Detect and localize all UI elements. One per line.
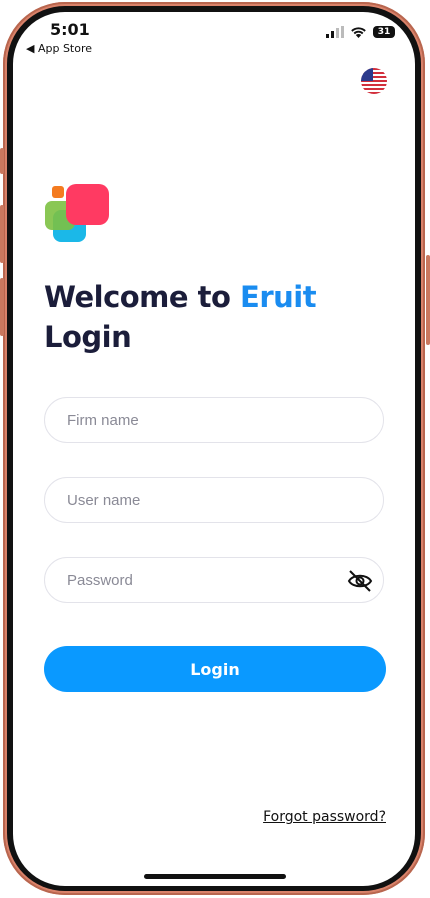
page-subtitle: Login — [44, 320, 132, 354]
firm-name-input[interactable] — [65, 410, 329, 430]
wifi-icon — [351, 27, 366, 38]
login-button[interactable]: Login — [44, 646, 386, 692]
back-to-app-store-link[interactable]: ◀ App Store — [26, 42, 92, 55]
us-flag-icon[interactable] — [361, 68, 387, 94]
status-time: 5:01 — [50, 20, 90, 39]
volume-down-button — [0, 278, 4, 336]
eye-slash-icon[interactable] — [347, 568, 373, 594]
app-logo — [45, 184, 111, 246]
home-indicator[interactable] — [144, 874, 286, 879]
welcome-prefix: Welcome to — [44, 280, 241, 314]
app-screen: 5:01 ◀ App Store 31 Welcome to Eruit Log… — [13, 12, 415, 886]
welcome-heading: Welcome to Eruit — [44, 280, 317, 314]
user-name-input[interactable] — [65, 490, 329, 510]
user-name-field-container — [44, 477, 384, 523]
mute-switch — [0, 148, 4, 174]
forgot-password-link[interactable]: Forgot password? — [263, 809, 386, 825]
status-icons: 31 — [326, 26, 395, 38]
password-field-container — [44, 557, 384, 603]
firm-name-field-container — [44, 397, 384, 443]
cellular-signal-icon — [326, 26, 344, 38]
power-button — [426, 255, 430, 345]
volume-up-button — [0, 205, 4, 263]
brand-name: Eruit — [240, 280, 317, 314]
password-input[interactable] — [65, 570, 329, 590]
battery-icon: 31 — [373, 26, 395, 38]
